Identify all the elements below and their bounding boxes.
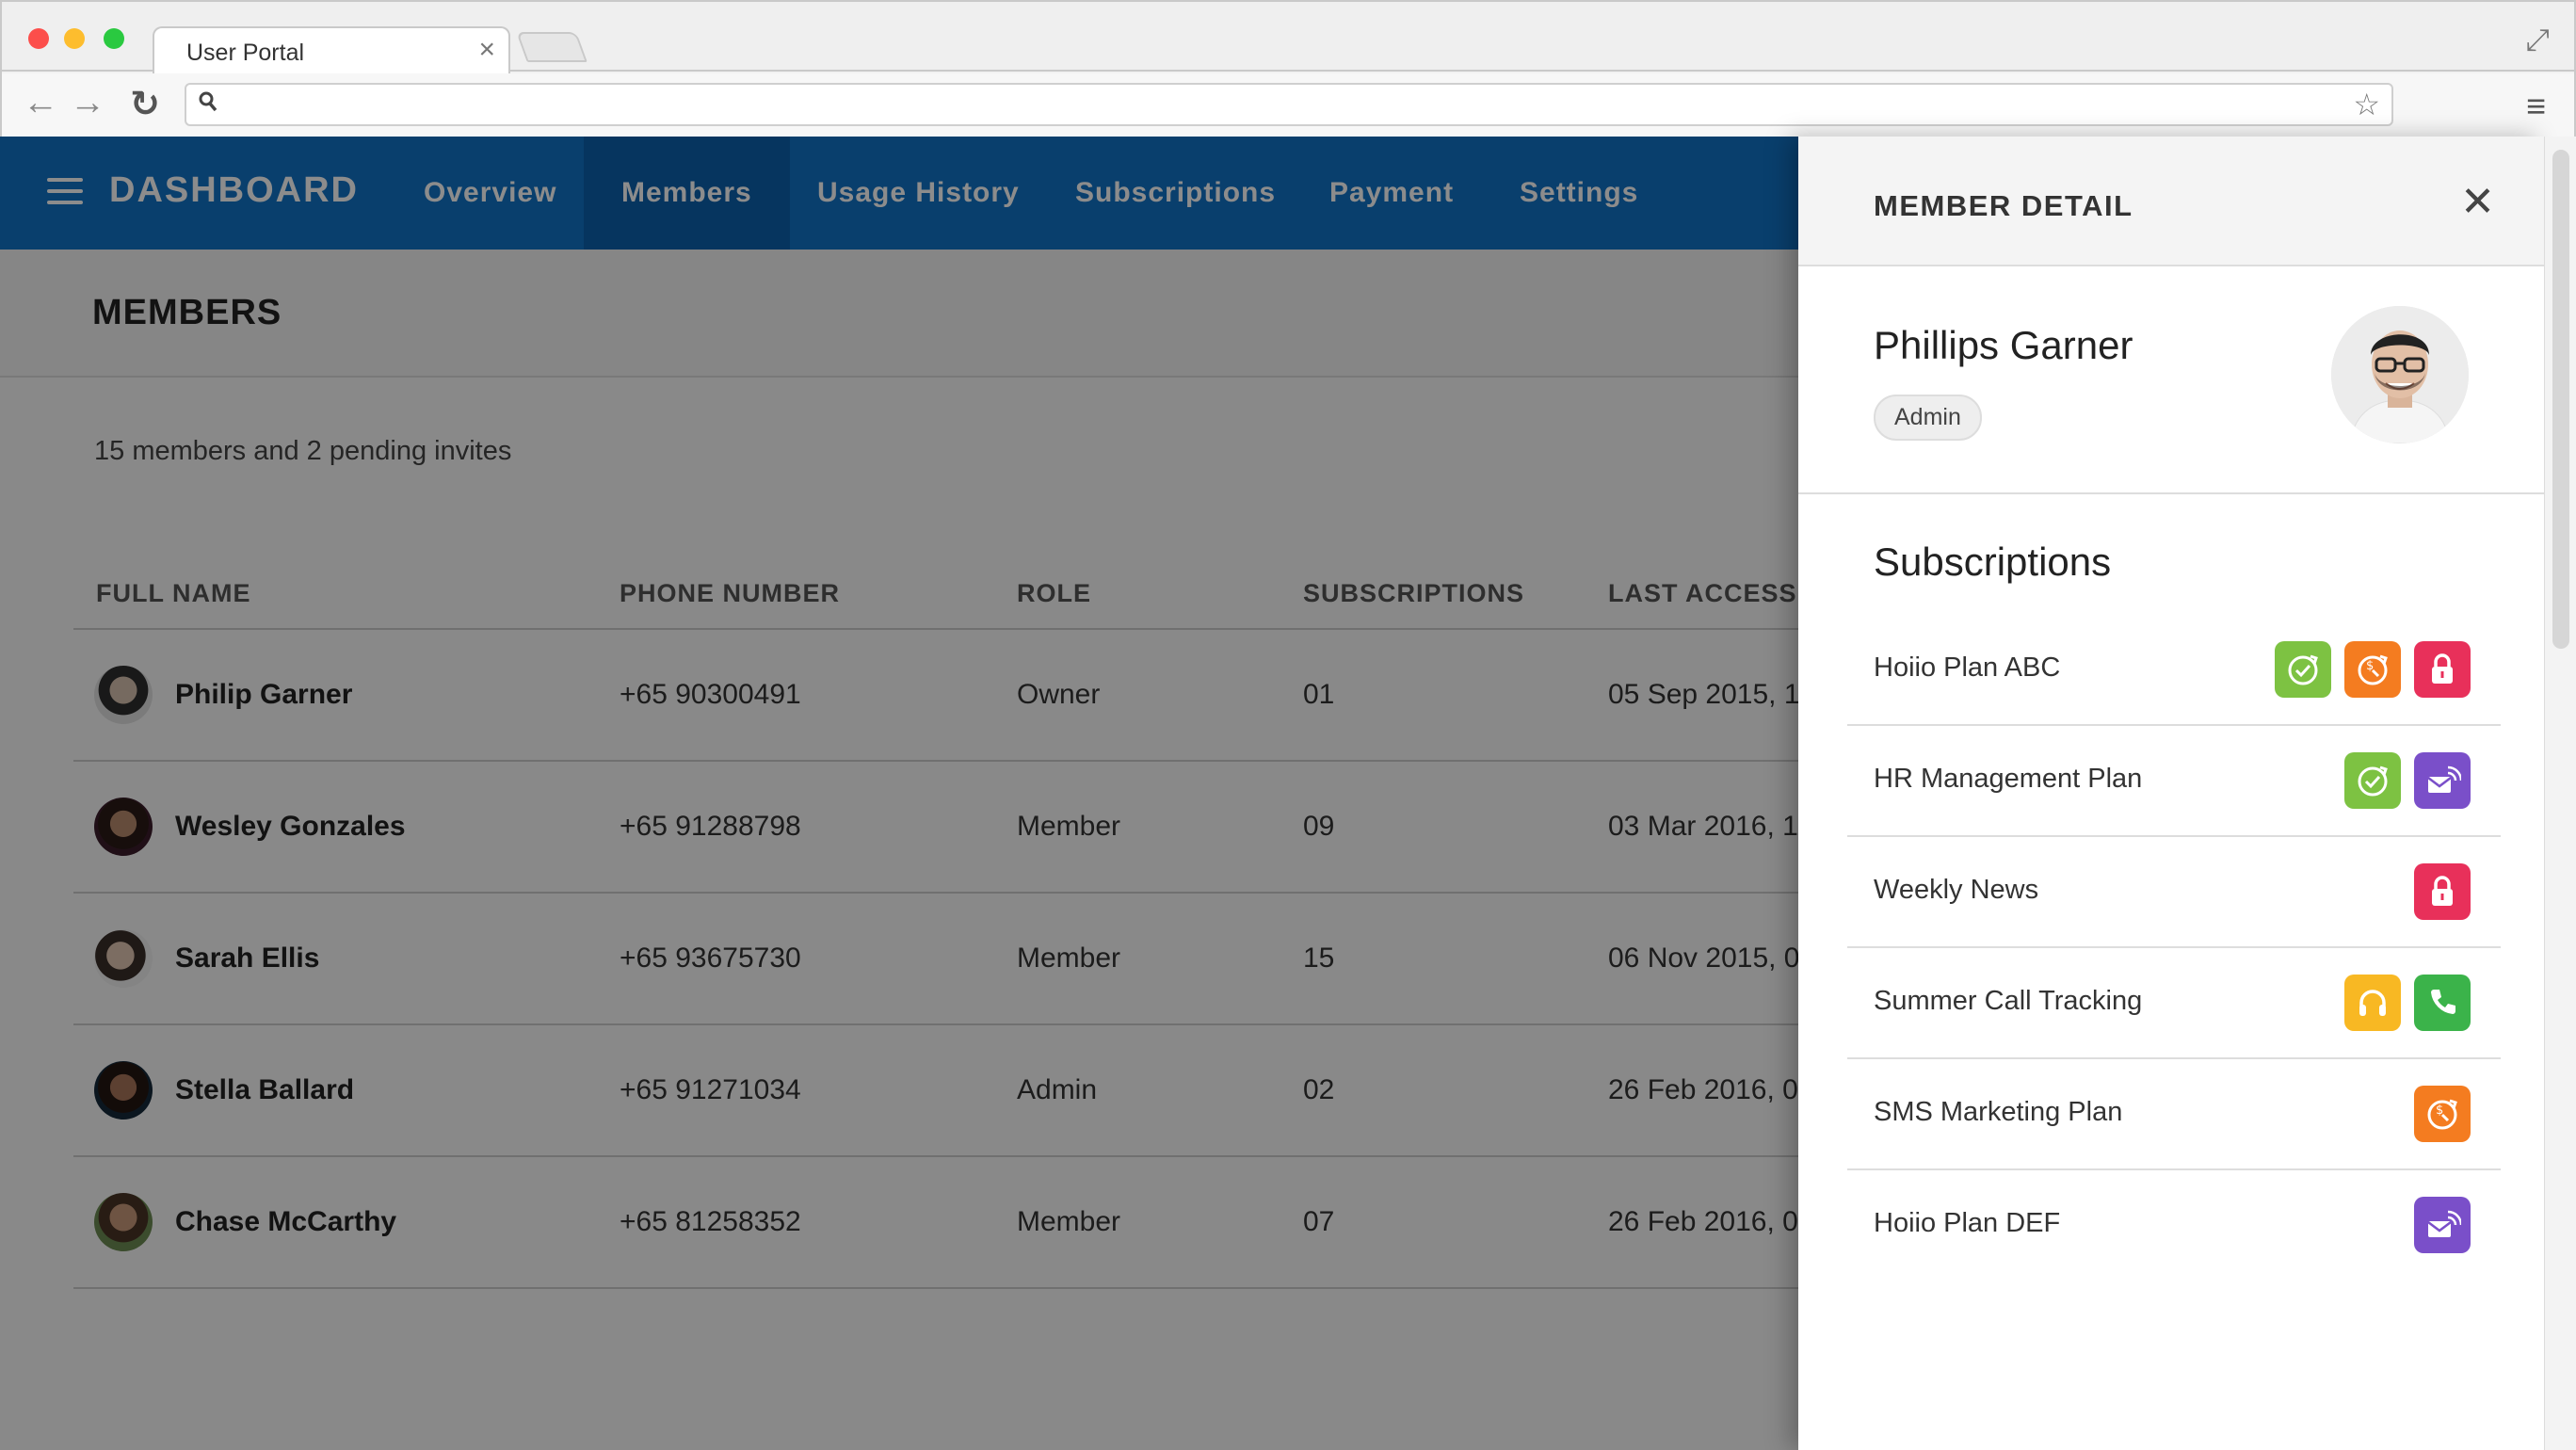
minimize-window-button[interactable] xyxy=(64,28,85,49)
dollar-clock-icon[interactable]: $ xyxy=(2344,641,2401,698)
check-clock-icon[interactable] xyxy=(2275,641,2331,698)
forward-icon[interactable]: → xyxy=(70,83,105,123)
app-root: DASHBOARD Overview Members Usage History… xyxy=(0,137,2576,1450)
subscription-name: Hoiio Plan ABC xyxy=(1874,652,2061,683)
back-icon[interactable]: ← xyxy=(23,83,58,123)
search-icon xyxy=(198,90,218,120)
scrollbar[interactable] xyxy=(2544,137,2576,1450)
subscription-list: Hoiio Plan ABC $ HR Management Plan Week… xyxy=(1847,615,2501,1281)
list-item[interactable]: Hoiio Plan ABC $ xyxy=(1847,615,2501,726)
browser-menu-icon[interactable]: ≡ xyxy=(2526,87,2546,126)
maximize-window-button[interactable] xyxy=(104,28,124,49)
lock-icon[interactable] xyxy=(2414,641,2471,698)
avatar xyxy=(2331,306,2469,443)
list-item[interactable]: SMS Marketing Plan $ xyxy=(1847,1059,2501,1170)
subscription-name: Weekly News xyxy=(1874,875,2039,905)
scrollbar-thumb[interactable] xyxy=(2552,150,2569,649)
subscription-name: HR Management Plan xyxy=(1874,764,2143,794)
expand-icon[interactable]: ⤢ xyxy=(2525,23,2550,58)
member-detail-panel: MEMBER DETAIL ✕ Phillips Garner Admin Su… xyxy=(1798,137,2544,1450)
address-bar[interactable]: ☆ xyxy=(185,83,2393,126)
close-icon[interactable]: ✕ xyxy=(2460,178,2495,226)
lock-icon[interactable] xyxy=(2414,863,2471,920)
modal-backdrop[interactable] xyxy=(0,137,1798,1450)
panel-title: MEMBER DETAIL xyxy=(1874,189,2133,222)
tab-close-icon[interactable]: × xyxy=(478,34,495,66)
list-item[interactable]: Hoiio Plan DEF xyxy=(1847,1170,2501,1281)
mail-signal-icon[interactable] xyxy=(2414,1197,2471,1253)
subscription-name: SMS Marketing Plan xyxy=(1874,1097,2123,1127)
mail-signal-icon[interactable] xyxy=(2414,752,2471,809)
headset-icon[interactable] xyxy=(2344,975,2401,1031)
tab-title: User Portal xyxy=(186,40,305,66)
tab-strip: User Portal × ⤢ xyxy=(2,2,2574,73)
close-window-button[interactable] xyxy=(28,28,49,49)
panel-header: MEMBER DETAIL ✕ xyxy=(1798,137,2544,266)
subscriptions-title: Subscriptions xyxy=(1874,540,2112,584)
subscription-name: Summer Call Tracking xyxy=(1874,986,2143,1016)
check-clock-icon[interactable] xyxy=(2344,752,2401,809)
list-item[interactable]: Weekly News xyxy=(1847,837,2501,948)
list-item[interactable]: HR Management Plan xyxy=(1847,726,2501,837)
member-profile: Phillips Garner Admin xyxy=(1798,266,2544,494)
list-item[interactable]: Summer Call Tracking xyxy=(1847,948,2501,1059)
browser-toolbar: ← → ↻ ☆ ≡ xyxy=(2,73,2574,137)
subscription-name: Hoiio Plan DEF xyxy=(1874,1208,2061,1238)
member-full-name: Phillips Garner xyxy=(1874,323,2133,367)
reload-icon[interactable]: ↻ xyxy=(130,83,160,125)
new-tab-button[interactable] xyxy=(516,32,588,62)
phone-icon[interactable] xyxy=(2414,975,2471,1031)
role-badge: Admin xyxy=(1874,395,1982,441)
bookmark-star-icon[interactable]: ☆ xyxy=(2353,87,2380,122)
browser-chrome: User Portal × ⤢ ← → ↻ ☆ ≡ xyxy=(0,0,2576,137)
dollar-clock-icon[interactable]: $ xyxy=(2414,1086,2471,1142)
browser-tab[interactable]: User Portal × xyxy=(153,26,510,73)
